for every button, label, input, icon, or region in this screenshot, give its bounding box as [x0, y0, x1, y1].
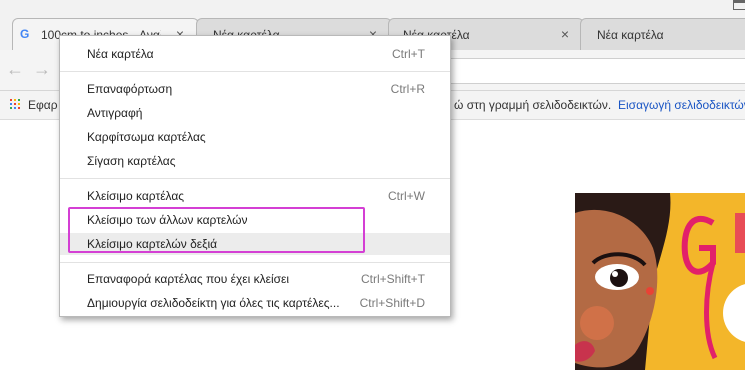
apps-grid-icon[interactable] [10, 99, 20, 109]
menu-item-mute-tab[interactable]: Σίγαση καρτέλας [60, 150, 450, 172]
menu-item-label: Καρφίτσωμα καρτέλας [87, 130, 206, 144]
back-arrow-icon[interactable]: ← [6, 59, 24, 80]
menu-item-new-tab[interactable]: Νέα καρτέλα Ctrl+T [60, 43, 450, 65]
google-g-icon: G [20, 27, 30, 41]
menu-item-label: Επαναφόρτωση [87, 82, 173, 96]
menu-item-shortcut: Ctrl+W [388, 189, 425, 203]
menu-item-shortcut: Ctrl+T [392, 47, 425, 61]
menu-item-close-tab[interactable]: Κλείσιμο καρτέλας Ctrl+W [60, 185, 450, 207]
menu-item-label: Σίγαση καρτέλας [87, 154, 176, 168]
menu-item-label: Κλείσιμο καρτέλας [87, 189, 185, 203]
tab-4[interactable]: Νέα καρτέλα [580, 18, 745, 50]
menu-item-label: Νέα καρτέλα [87, 47, 154, 61]
menu-item-label: Επαναφορά καρτέλας που έχει κλείσει [87, 272, 290, 286]
tab-title: Νέα καρτέλα [597, 28, 664, 42]
bookmarks-hint-text: ώ στη γραμμή σελιδοδεικτών. [454, 98, 612, 112]
menu-separator [60, 71, 450, 72]
menu-item-shortcut: Ctrl+Shift+T [360, 272, 425, 286]
menu-item-duplicate[interactable]: Αντιγραφή [60, 102, 450, 124]
window-maximize-icon[interactable] [733, 0, 745, 10]
menu-item-bookmark-all-tabs[interactable]: Δημιουργία σελιδοδείκτη για όλες τις καρ… [60, 292, 450, 314]
menu-separator [60, 178, 450, 179]
google-doodle-image[interactable] [575, 193, 745, 370]
tab-context-menu: Νέα καρτέλα Ctrl+T Επαναφόρτωση Ctrl+R Α… [59, 35, 451, 317]
menu-item-reopen-closed-tab[interactable]: Επαναφορά καρτέλας που έχει κλείσει Ctrl… [60, 268, 450, 290]
menu-item-reload[interactable]: Επαναφόρτωση Ctrl+R [60, 78, 450, 100]
menu-item-pin-tab[interactable]: Καρφίτσωμα καρτέλας [60, 126, 450, 148]
forward-arrow-icon[interactable]: → [33, 59, 51, 80]
apps-shortcut[interactable]: Εφαρ [28, 98, 58, 112]
menu-item-shortcut: Ctrl+R [390, 82, 425, 96]
menu-item-shortcut: Ctrl+Shift+D [359, 296, 425, 310]
annotation-highlight-box [68, 207, 365, 253]
menu-item-label: Δημιουργία σελιδοδείκτη για όλες τις καρ… [87, 296, 340, 310]
close-tab-icon[interactable]: × [561, 26, 569, 42]
menu-item-label: Αντιγραφή [87, 106, 143, 120]
import-bookmarks-link[interactable]: Εισαγωγή σελιδοδεικτών [618, 98, 745, 112]
menu-separator [60, 262, 450, 263]
